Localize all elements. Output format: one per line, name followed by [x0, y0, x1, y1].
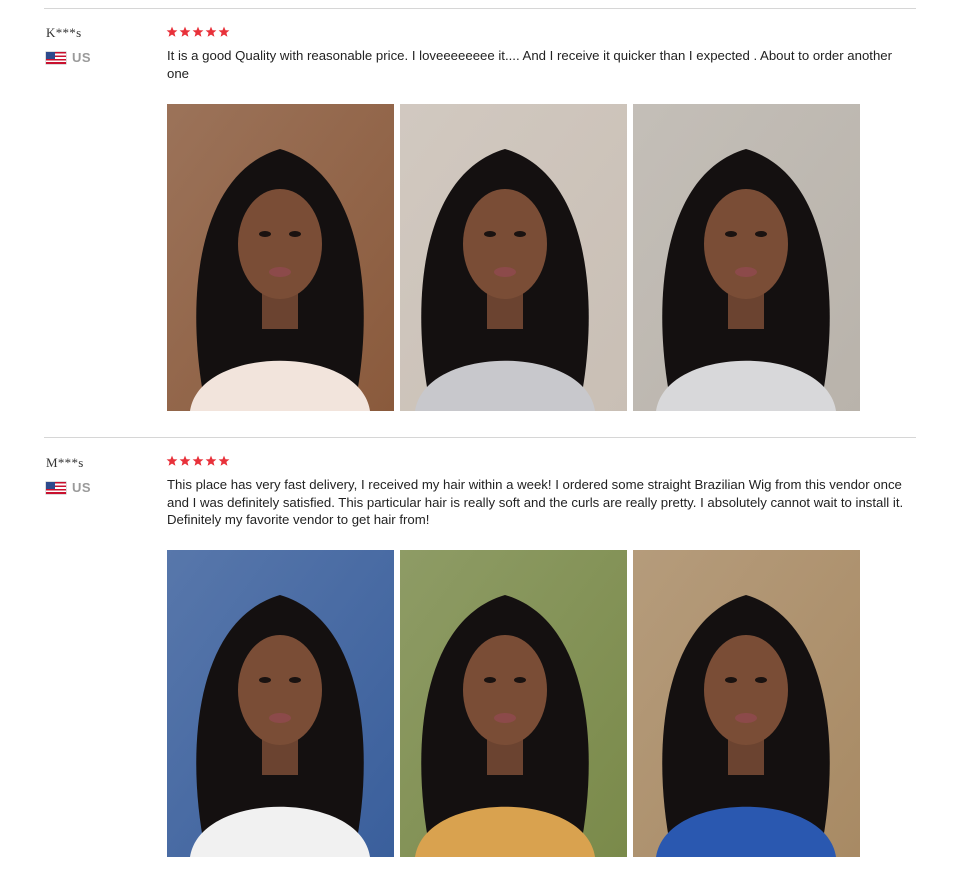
review-photo[interactable]	[167, 550, 394, 857]
star-icon	[166, 26, 178, 37]
review-photo[interactable]	[633, 550, 860, 857]
star-icon	[205, 455, 217, 466]
star-rating	[166, 455, 230, 467]
star-rating	[166, 26, 230, 38]
star-icon	[166, 455, 178, 466]
review-divider	[44, 437, 916, 438]
review-photo[interactable]	[167, 104, 394, 411]
reviewer-country: US	[46, 480, 91, 495]
star-icon	[179, 455, 191, 466]
reviewer-country: US	[46, 50, 91, 65]
star-icon	[192, 26, 204, 37]
review-photos	[167, 550, 860, 857]
reviewer-name: K***s	[46, 25, 82, 40]
us-flag-icon	[46, 481, 66, 494]
us-flag-icon	[46, 51, 66, 64]
review-photo[interactable]	[400, 104, 627, 411]
country-code: US	[72, 50, 92, 65]
review-text: It is a good Quality with reasonable pri…	[167, 48, 893, 81]
star-icon	[192, 455, 204, 466]
review-photo[interactable]	[400, 550, 627, 857]
star-icon	[179, 26, 191, 37]
review-photo[interactable]	[633, 104, 860, 411]
star-icon	[218, 26, 230, 37]
reviewer-name: M***s	[46, 455, 84, 470]
star-icon	[218, 455, 230, 466]
review-divider	[44, 8, 916, 9]
country-code: US	[72, 480, 92, 495]
star-icon	[205, 26, 217, 37]
review-photos	[167, 104, 860, 411]
review-text: This place has very fast delivery, I rec…	[167, 477, 904, 527]
